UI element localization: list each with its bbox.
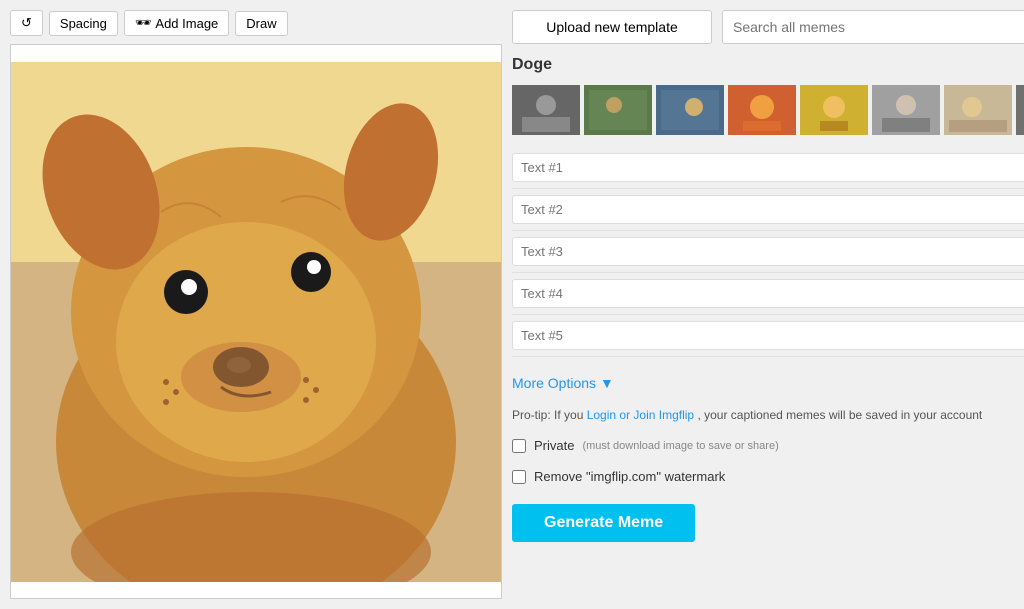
meme-header: Doge My Popular <box>512 52 1024 77</box>
pro-tip-link[interactable]: Login or Join Imgflip <box>587 408 694 422</box>
text-input-1[interactable] <box>512 153 1024 182</box>
more-options-link[interactable]: More Options ▼ <box>512 375 614 391</box>
text-row-5: ⚙ <box>512 315 1024 357</box>
text-row-2: ⚙ <box>512 189 1024 231</box>
watermark-label: Remove "imgflip.com" watermark <box>534 469 725 484</box>
text-row-1: ⚙ <box>512 147 1024 189</box>
text-input-5[interactable] <box>512 321 1024 350</box>
draw-label: Draw <box>246 16 276 31</box>
chevron-down-icon: ▼ <box>600 375 614 391</box>
thumbnail-7[interactable] <box>1016 85 1024 135</box>
watermark-checkbox[interactable] <box>512 470 526 484</box>
meme-title: Doge <box>512 56 552 74</box>
sunglasses-icon: 🕶 <box>135 15 152 31</box>
thumbnails-row <box>512 85 1024 139</box>
upload-template-label: Upload new template <box>546 19 678 35</box>
pro-tip-before: Pro-tip: If you <box>512 408 587 422</box>
add-image-button[interactable]: 🕶 Add Image <box>124 10 229 36</box>
more-options-row: More Options ▼ Add Text <box>512 369 1024 396</box>
generate-meme-button[interactable]: Generate Meme <box>512 504 695 542</box>
thumbnail-4[interactable] <box>800 85 868 135</box>
thumbnail-0[interactable] <box>512 85 580 135</box>
text-input-2[interactable] <box>512 195 1024 224</box>
private-note: (must download image to save or share) <box>582 440 778 452</box>
doge-image <box>11 62 501 582</box>
rotate-icon: ↺ <box>21 15 32 31</box>
thumbnail-2[interactable] <box>656 85 724 135</box>
spacing-label: Spacing <box>60 16 107 31</box>
thumbnail-6[interactable] <box>944 85 1012 135</box>
text-row-3: ⚙ <box>512 231 1024 273</box>
draw-button[interactable]: Draw <box>235 11 287 36</box>
search-input[interactable] <box>722 10 1024 44</box>
text-row-4: ⚙ <box>512 273 1024 315</box>
add-image-label: Add Image <box>155 16 218 31</box>
private-checkbox-row: Private (must download image to save or … <box>512 438 1024 453</box>
rotate-button[interactable]: ↺ <box>10 10 43 36</box>
text-fields: ⚙ ⚙ ⚙ ⚙ <box>512 147 1024 357</box>
private-label: Private <box>534 438 574 453</box>
upload-template-button[interactable]: Upload new template <box>512 10 712 44</box>
thumbnail-1[interactable] <box>584 85 652 135</box>
spacing-button[interactable]: Spacing <box>49 11 118 36</box>
meme-canvas <box>10 44 502 599</box>
thumbnail-5[interactable] <box>872 85 940 135</box>
pro-tip-after: , your captioned memes will be saved in … <box>697 408 982 422</box>
pro-tip: Pro-tip: If you Login or Join Imgflip , … <box>512 408 1024 422</box>
private-checkbox[interactable] <box>512 439 526 453</box>
watermark-checkbox-row: Remove "imgflip.com" watermark <box>512 469 1024 484</box>
thumbnail-3[interactable] <box>728 85 796 135</box>
bottom-actions: Generate Meme Reset <box>512 504 1024 542</box>
text-input-4[interactable] <box>512 279 1024 308</box>
more-options-label: More Options <box>512 375 596 391</box>
text-input-3[interactable] <box>512 237 1024 266</box>
top-actions: Upload new template <box>512 10 1024 44</box>
